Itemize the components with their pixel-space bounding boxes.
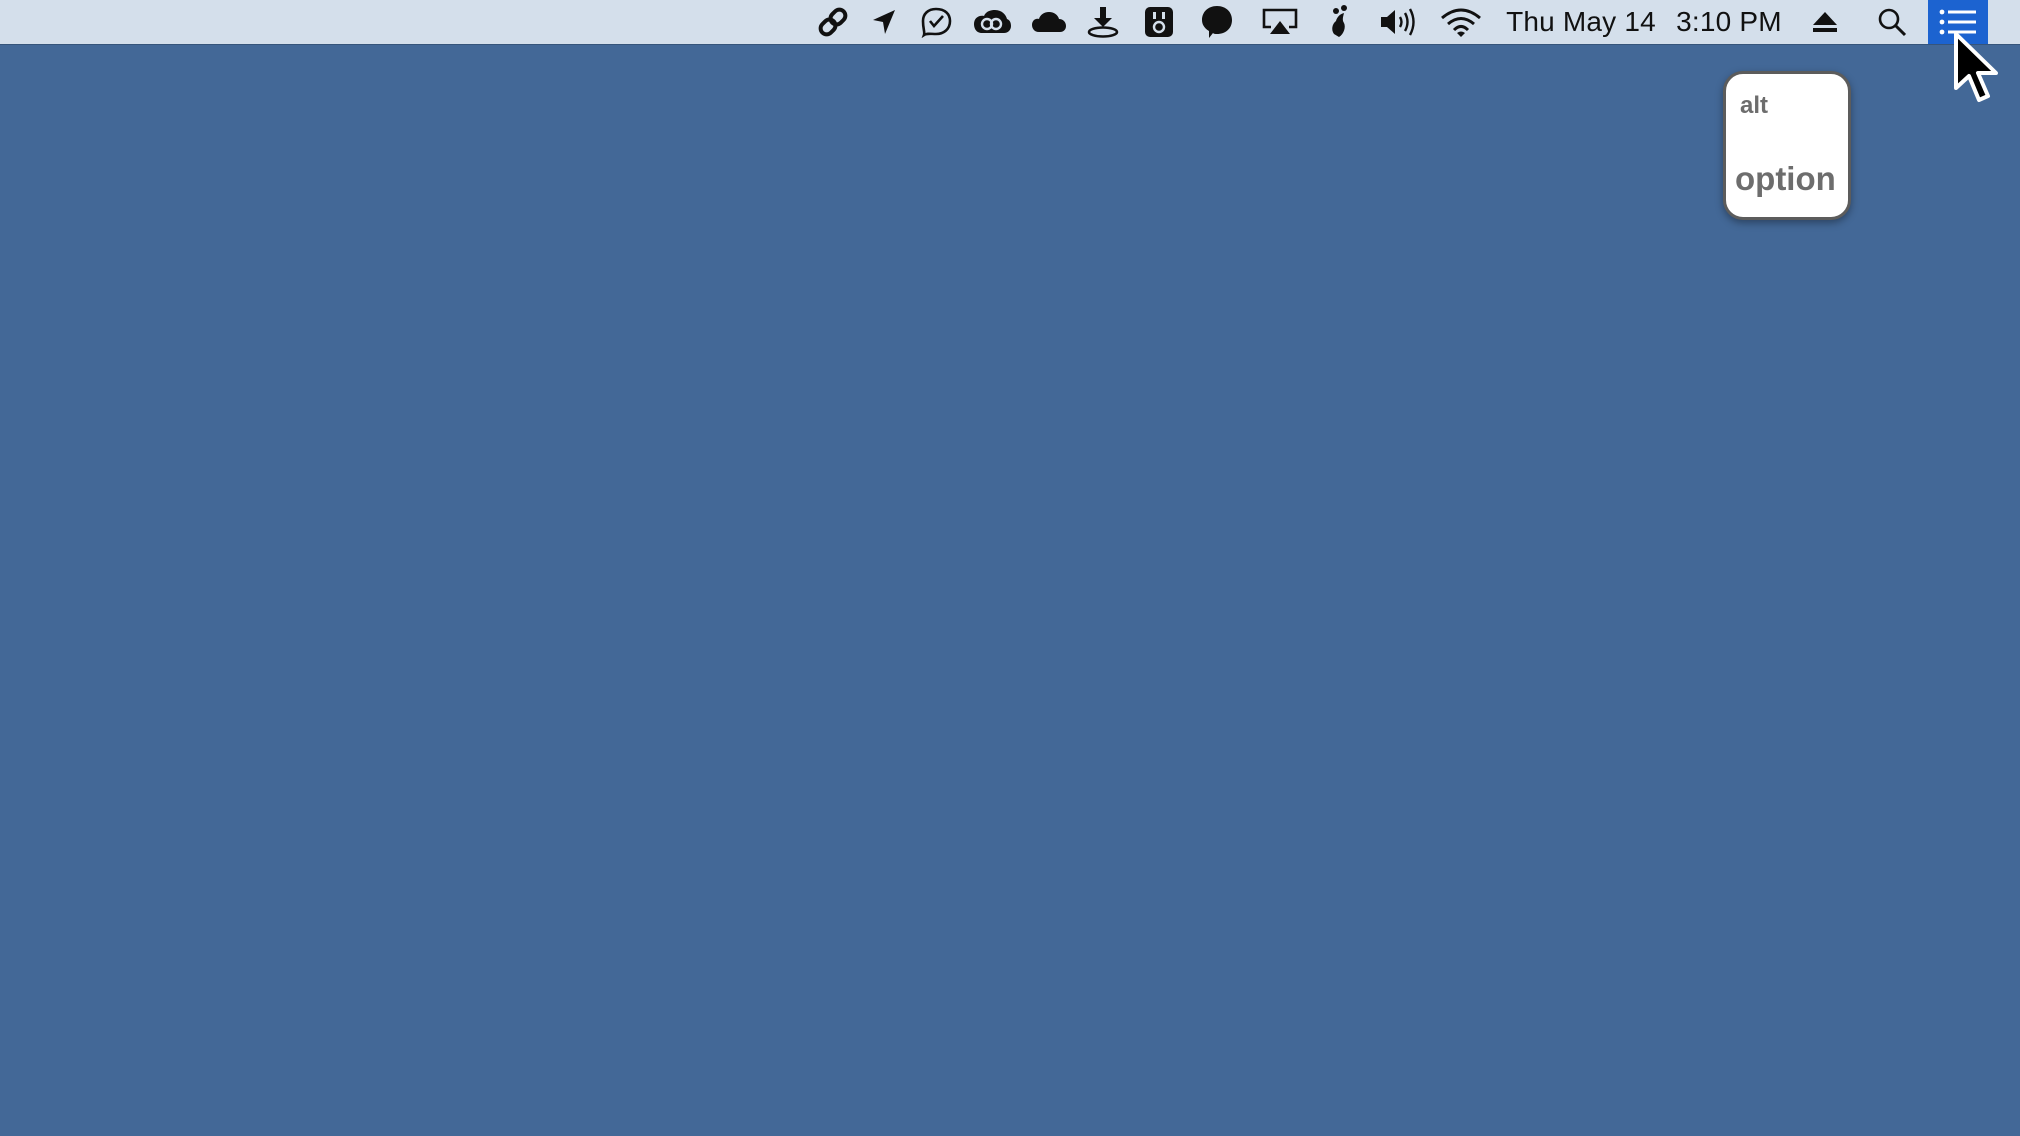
menu-bar: Thu May 14 3:10 PM bbox=[0, 0, 2020, 44]
eject-icon[interactable] bbox=[1808, 0, 1842, 44]
checkmark-bubble-icon[interactable] bbox=[916, 0, 956, 44]
option-key-overlay: alt option bbox=[1723, 71, 1851, 220]
clock-time-text: 3:10 PM bbox=[1676, 6, 1782, 37]
key-alt-label: alt bbox=[1740, 92, 1769, 119]
spotlight-search-icon[interactable] bbox=[1874, 0, 1910, 44]
paw-icon[interactable] bbox=[1320, 0, 1360, 44]
cloud-icon[interactable] bbox=[1028, 0, 1070, 44]
chat-bubble-icon[interactable] bbox=[1198, 0, 1236, 44]
wifi-icon[interactable] bbox=[1437, 0, 1485, 44]
airplay-icon[interactable] bbox=[1258, 0, 1302, 44]
clock-date-text: Thu May 14 bbox=[1506, 6, 1656, 37]
location-arrow-icon[interactable] bbox=[866, 0, 902, 44]
clock-date[interactable]: Thu May 14 bbox=[1502, 0, 1660, 44]
key-option-label: option bbox=[1735, 160, 1836, 197]
desktop-background bbox=[0, 0, 2020, 1136]
creative-cloud-icon[interactable] bbox=[970, 0, 1014, 44]
clock-time[interactable]: 3:10 PM bbox=[1672, 0, 1786, 44]
link-icon[interactable] bbox=[812, 0, 854, 44]
volume-icon[interactable] bbox=[1377, 0, 1425, 44]
download-tray-icon[interactable] bbox=[1082, 0, 1124, 44]
keyboard-viewer-icon[interactable] bbox=[1141, 0, 1177, 44]
mouse-cursor-icon bbox=[1954, 32, 1998, 102]
